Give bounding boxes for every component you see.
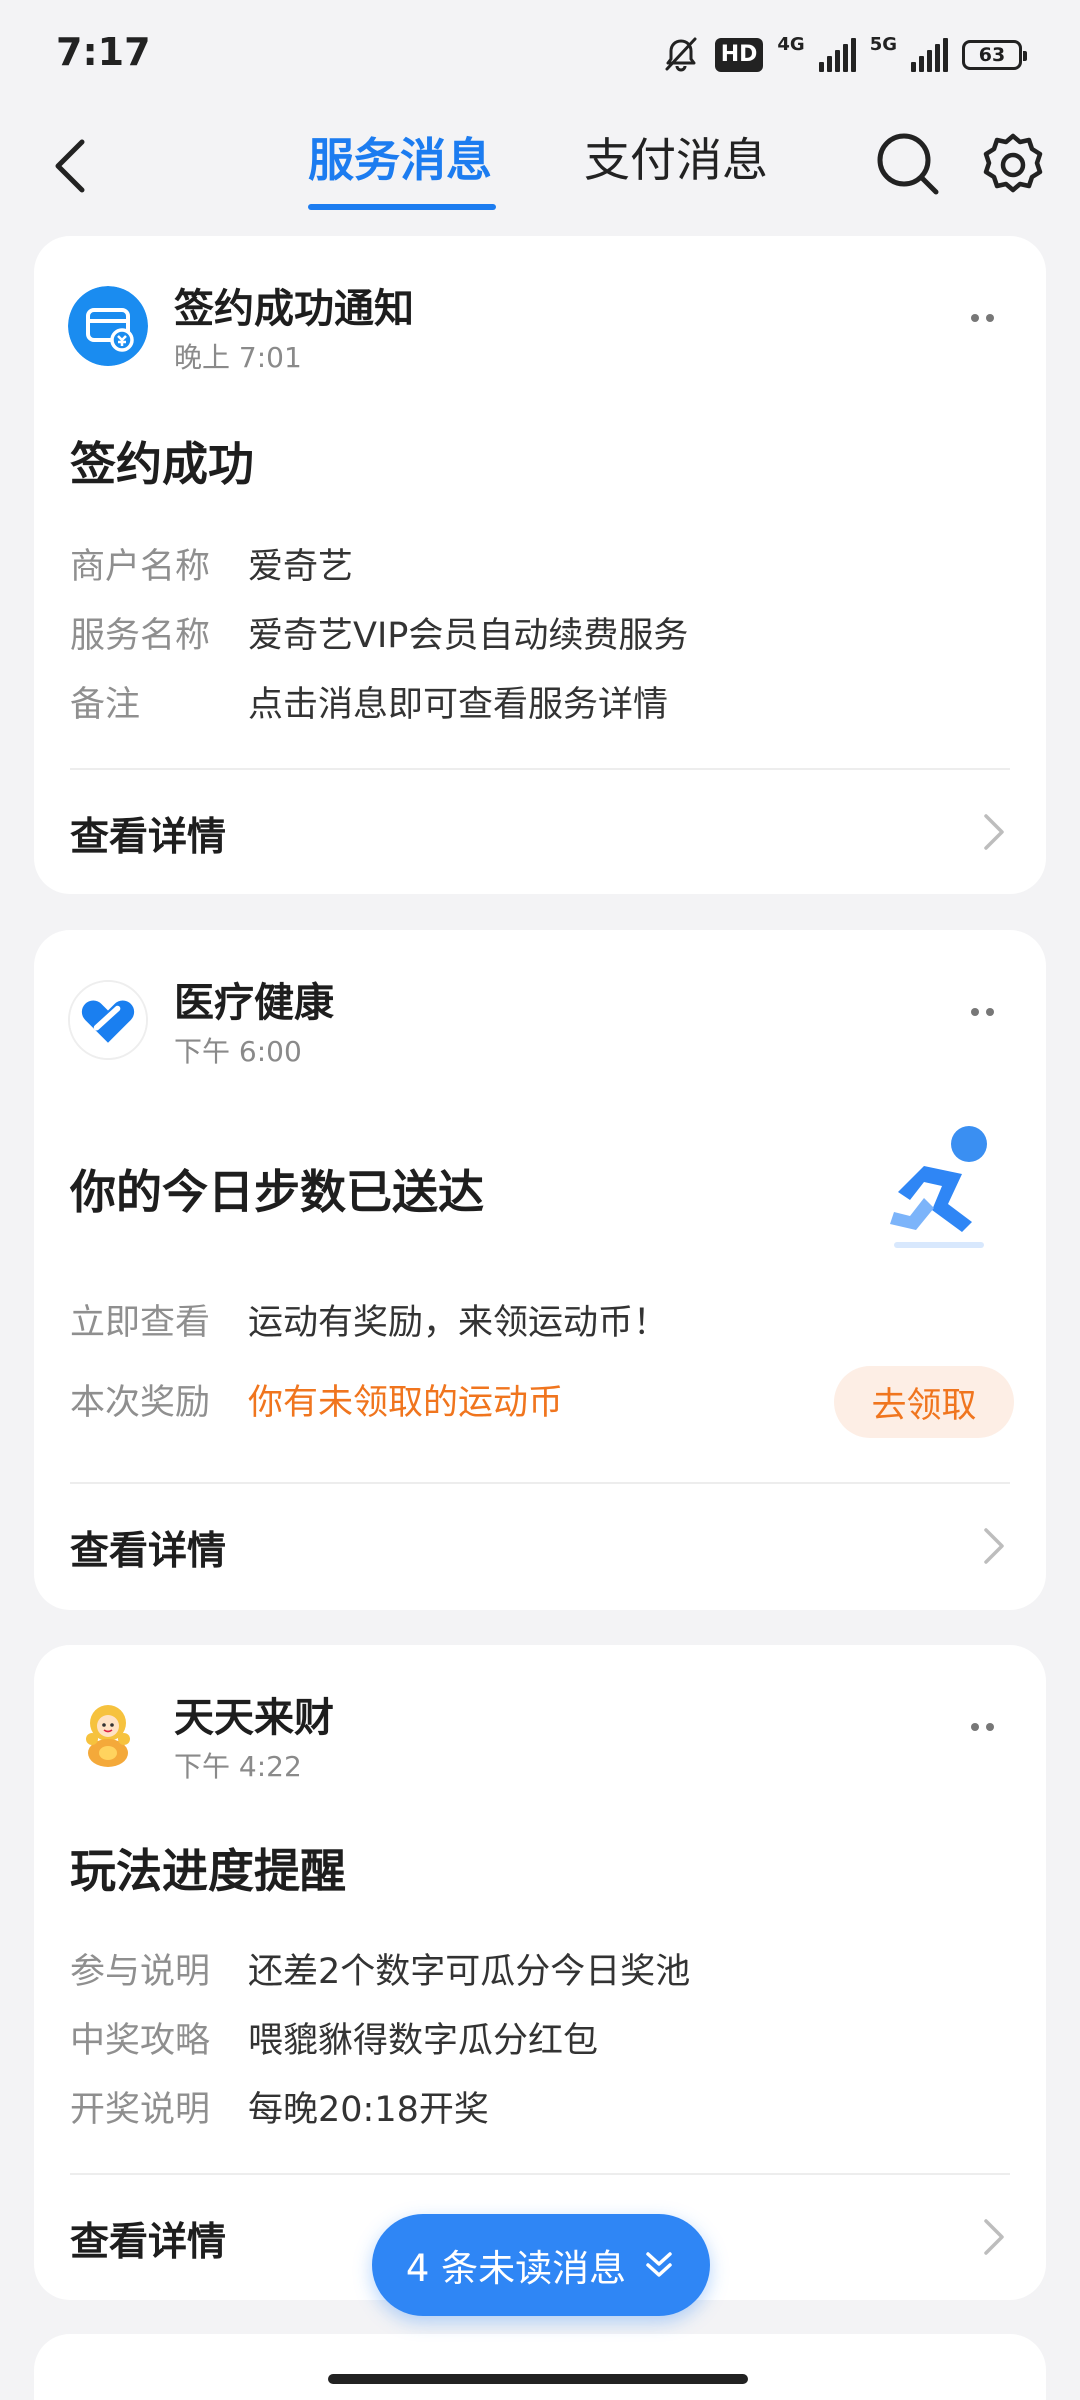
settings-button[interactable] bbox=[976, 128, 1050, 202]
unread-messages-button[interactable]: 4 条未读消息 bbox=[372, 2214, 710, 2316]
active-tab-indicator bbox=[308, 204, 496, 210]
info-row: 中奖攻略 喂貔貅得数字瓜分红包 bbox=[70, 2016, 598, 2066]
view-details-label: 查看详情 bbox=[70, 2220, 227, 2265]
message-source-name: 天天来财 bbox=[174, 1695, 334, 1741]
info-row: 本次奖励 你有未领取的运动币 bbox=[70, 1378, 563, 1428]
more-dot bbox=[985, 314, 994, 322]
info-label: 中奖攻略 bbox=[70, 2021, 211, 2061]
message-title: 你的今日步数已送达 bbox=[70, 1165, 484, 1219]
info-value: 每晚20:18开奖 bbox=[248, 2090, 489, 2130]
message-card-contract[interactable]: 签约成功通知 晚上 7:01 签约成功 商户名称 爱奇艺 服务名称 爱奇艺VIP… bbox=[34, 236, 1046, 894]
back-arrow-icon bbox=[55, 139, 85, 193]
message-card-health[interactable]: 医疗健康 下午 6:00 你的今日步数已送达 立即查看 运动有奖励，来领运动币！… bbox=[34, 930, 1046, 1610]
info-row: 参与说明 还差2个数字可瓜分今日奖池 bbox=[70, 1947, 690, 1997]
info-value: 点击消息即可查看服务详情 bbox=[248, 685, 669, 725]
mute-bell-icon bbox=[665, 37, 697, 72]
service-messages-page: 7:17 HD 4G 5G 63 服务消息 支付消息 签约成功通知 晚上 7:0… bbox=[0, 0, 1080, 2400]
info-value: 爱奇艺 bbox=[248, 547, 354, 587]
chevron-right-icon bbox=[984, 1528, 1004, 1564]
view-details-label: 查看详情 bbox=[70, 815, 227, 860]
info-value: 喂貔貅得数字瓜分红包 bbox=[248, 2021, 599, 2061]
chevron-right-icon bbox=[984, 2219, 1004, 2255]
info-row: 服务名称 爱奇艺VIP会员自动续费服务 bbox=[70, 611, 688, 661]
contract-icon bbox=[68, 286, 148, 366]
battery-indicator: 63 bbox=[962, 40, 1027, 70]
fortune-mascot-icon bbox=[68, 1695, 148, 1775]
view-details-row[interactable]: 查看详情 bbox=[34, 782, 1046, 882]
divider bbox=[70, 768, 1010, 770]
top-nav: 服务消息 支付消息 bbox=[0, 108, 1080, 226]
info-row: 开奖说明 每晚20:18开奖 bbox=[70, 2085, 489, 2135]
message-card-partial[interactable] bbox=[34, 2334, 1046, 2400]
info-label: 本次奖励 bbox=[70, 1383, 211, 1423]
more-options-button[interactable] bbox=[952, 298, 1012, 338]
info-label: 服务名称 bbox=[70, 616, 211, 656]
search-button[interactable] bbox=[870, 126, 946, 202]
double-chevron-down-icon bbox=[646, 2252, 672, 2277]
claim-reward-button[interactable]: 去领取 bbox=[834, 1366, 1014, 1438]
info-value: 爱奇艺VIP会员自动续费服务 bbox=[248, 616, 689, 656]
more-dot bbox=[970, 1008, 979, 1016]
divider bbox=[70, 1482, 1010, 1484]
tab-payment-messages[interactable]: 支付消息 bbox=[584, 122, 768, 198]
gear-icon bbox=[983, 133, 1043, 193]
view-details-row[interactable]: 查看详情 bbox=[34, 1496, 1046, 1596]
search-icon bbox=[877, 133, 939, 195]
more-dot bbox=[985, 1008, 994, 1016]
hd-badge: HD bbox=[714, 38, 764, 72]
info-row: 商户名称 爱奇艺 bbox=[70, 542, 353, 592]
unread-messages-label: 4 条未读消息 bbox=[405, 2247, 627, 2290]
info-label: 开奖说明 bbox=[70, 2090, 211, 2130]
message-title: 玩法进度提醒 bbox=[70, 1844, 346, 1898]
home-indicator[interactable] bbox=[328, 2374, 748, 2384]
message-source-name: 签约成功通知 bbox=[174, 286, 414, 332]
running-person-icon bbox=[864, 1116, 1014, 1266]
message-time: 晚上 7:01 bbox=[174, 341, 302, 374]
more-options-button[interactable] bbox=[952, 992, 1012, 1032]
tab-service-messages[interactable]: 服务消息 bbox=[308, 122, 492, 198]
signal-4g-icon bbox=[818, 38, 856, 72]
divider bbox=[70, 2173, 1010, 2175]
message-title: 签约成功 bbox=[70, 437, 254, 491]
reward-value: 你有未领取的运动币 bbox=[248, 1383, 564, 1423]
info-label: 备注 bbox=[70, 685, 141, 725]
chevron-right-icon bbox=[984, 814, 1004, 850]
more-options-button[interactable] bbox=[952, 1707, 1012, 1747]
info-label: 商户名称 bbox=[70, 547, 211, 587]
network-4g-label: 4G bbox=[777, 34, 805, 55]
network-5g-label: 5G bbox=[869, 34, 897, 55]
info-row: 备注 点击消息即可查看服务详情 bbox=[70, 680, 668, 730]
view-details-label: 查看详情 bbox=[70, 1529, 227, 1574]
more-dot bbox=[970, 314, 979, 322]
message-source-name: 医疗健康 bbox=[174, 980, 334, 1026]
info-value: 还差2个数字可瓜分今日奖池 bbox=[248, 1952, 691, 1992]
message-time: 下午 6:00 bbox=[174, 1035, 302, 1068]
info-row: 立即查看 运动有奖励，来领运动币！ bbox=[70, 1298, 668, 1348]
status-bar: 7:17 HD 4G 5G 63 bbox=[0, 0, 1080, 108]
health-heart-icon bbox=[68, 980, 148, 1060]
message-card-fortune[interactable]: 天天来财 下午 4:22 玩法进度提醒 参与说明 还差2个数字可瓜分今日奖池 中… bbox=[34, 1645, 1046, 2300]
message-time: 下午 4:22 bbox=[174, 1750, 302, 1783]
status-icons: HD 4G 5G 63 bbox=[661, 32, 1027, 78]
status-time: 7:17 bbox=[56, 30, 151, 74]
info-value: 运动有奖励，来领运动币！ bbox=[248, 1303, 669, 1343]
info-label: 参与说明 bbox=[70, 1952, 211, 1992]
more-dot bbox=[970, 1723, 979, 1731]
more-dot bbox=[985, 1723, 994, 1731]
back-button[interactable] bbox=[40, 128, 110, 204]
info-label: 立即查看 bbox=[70, 1303, 211, 1343]
signal-5g-icon bbox=[911, 38, 948, 72]
